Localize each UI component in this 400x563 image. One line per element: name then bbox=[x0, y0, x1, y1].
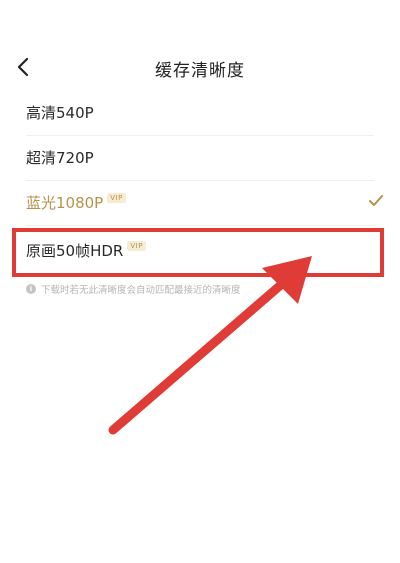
page-title: 缓存清晰度 bbox=[155, 61, 245, 81]
option-1080p[interactable]: 蓝光1080P VIP bbox=[0, 182, 400, 226]
option-label-text: 蓝光1080P bbox=[26, 194, 104, 212]
option-540p[interactable]: 高清540P bbox=[0, 92, 400, 136]
option-label: 蓝光1080P VIP bbox=[26, 192, 126, 213]
checkmark-icon bbox=[369, 195, 383, 206]
header-bar: 缓存清晰度 bbox=[0, 40, 400, 96]
option-label: 高清540P bbox=[26, 104, 94, 122]
divider bbox=[26, 180, 374, 181]
annotation-highlight-box bbox=[12, 228, 384, 277]
info-icon: i bbox=[26, 284, 36, 294]
vip-badge: VIP bbox=[107, 193, 126, 203]
hint-text: i 下载时若无此清晰度会自动匹配最接近的清晰度 bbox=[26, 282, 241, 296]
option-720p[interactable]: 超清720P bbox=[0, 137, 400, 181]
hint-label: 下载时若无此清晰度会自动匹配最接近的清晰度 bbox=[41, 285, 241, 296]
divider bbox=[26, 225, 374, 226]
divider bbox=[26, 135, 374, 136]
option-label: 超清720P bbox=[26, 149, 94, 167]
